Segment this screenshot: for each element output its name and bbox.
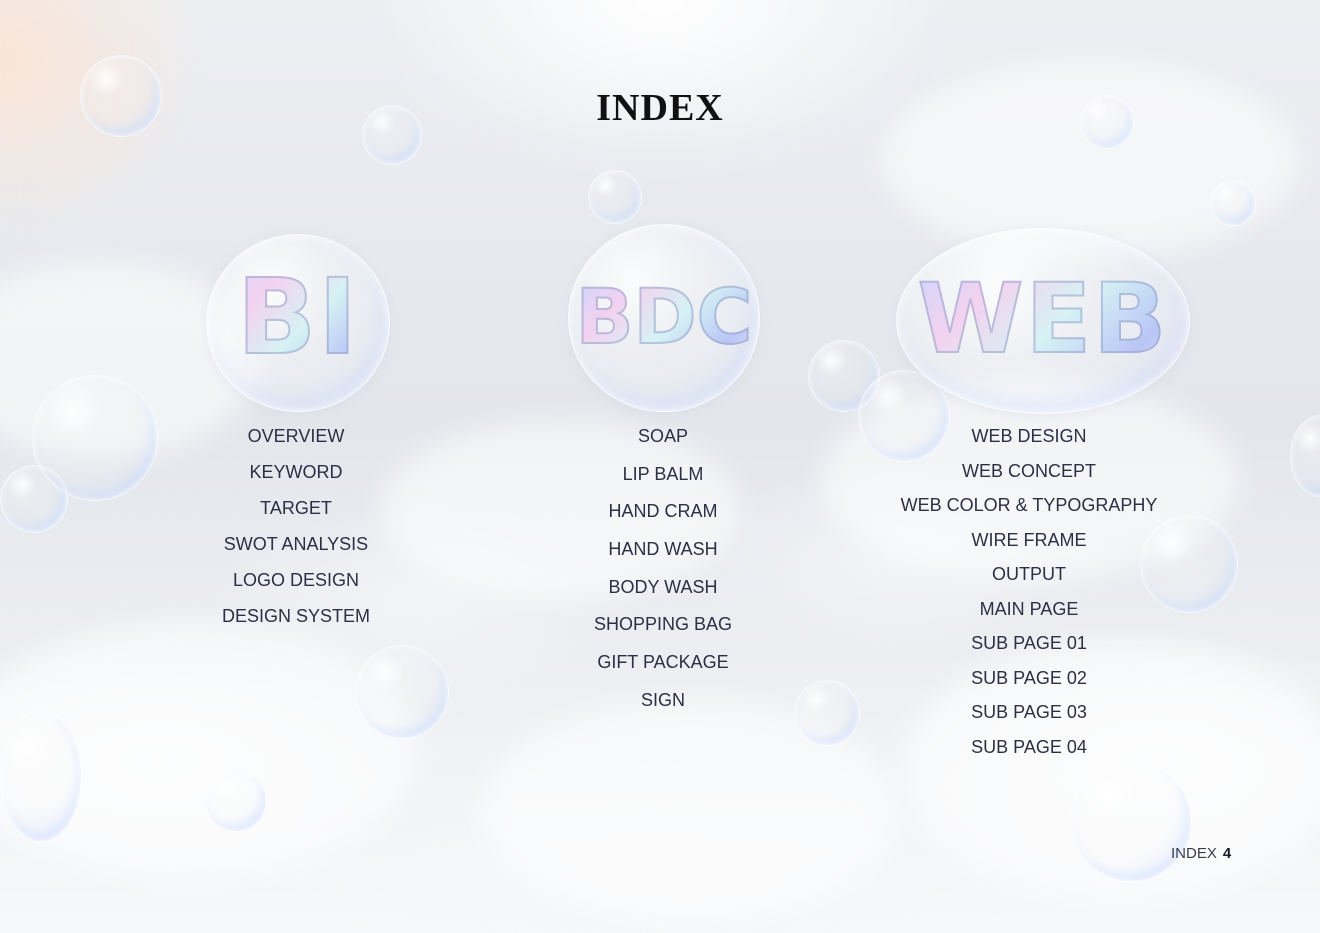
- bdc-index-list: SOAP LIP BALM HAND CRAM HAND WASH BODY W…: [563, 424, 763, 726]
- index-item-sub-page-02[interactable]: SUB PAGE 02: [879, 666, 1179, 701]
- index-item-output[interactable]: OUTPUT: [879, 562, 1179, 597]
- index-item-web-concept[interactable]: WEB CONCEPT: [879, 459, 1179, 494]
- page-number: 4: [1222, 845, 1232, 862]
- soap-bubble: [588, 170, 642, 224]
- bdc-logo: BDC: [569, 267, 759, 367]
- index-item-shopping-bag[interactable]: SHOPPING BAG: [563, 612, 763, 650]
- index-item-hand-cram[interactable]: HAND CRAM: [563, 499, 763, 537]
- index-item-gift-package[interactable]: GIFT PACKAGE: [563, 650, 763, 688]
- web-logo: WEB: [897, 259, 1189, 379]
- index-item-soap[interactable]: SOAP: [563, 424, 763, 462]
- index-item-web-design[interactable]: WEB DESIGN: [879, 424, 1179, 459]
- index-item-overview[interactable]: OVERVIEW: [196, 424, 396, 460]
- soap-bubble: [1290, 415, 1320, 497]
- bi-logo: BI: [207, 256, 389, 378]
- soap-bubble: [0, 465, 68, 533]
- index-item-sub-page-03[interactable]: SUB PAGE 03: [879, 700, 1179, 735]
- index-item-keyword[interactable]: KEYWORD: [196, 460, 396, 496]
- web-logo-bubble: WEB: [896, 228, 1190, 414]
- index-item-target[interactable]: TARGET: [196, 496, 396, 532]
- index-item-sub-page-04[interactable]: SUB PAGE 04: [879, 735, 1179, 770]
- bdc-logo-bubble: BDC: [568, 224, 760, 412]
- page-footer: INDEX 4: [1171, 845, 1231, 862]
- index-item-web-color-typography[interactable]: WEB COLOR & TYPOGRAPHY: [879, 493, 1179, 528]
- footer-label: INDEX: [1171, 845, 1217, 862]
- index-item-design-system[interactable]: DESIGN SYSTEM: [196, 604, 396, 640]
- soap-bubble: [355, 645, 449, 739]
- web-index-list: WEB DESIGN WEB CONCEPT WEB COLOR & TYPOG…: [879, 424, 1179, 769]
- soap-bubble: [0, 710, 82, 842]
- index-item-sign[interactable]: SIGN: [563, 688, 763, 726]
- index-item-body-wash[interactable]: BODY WASH: [563, 575, 763, 613]
- index-item-hand-wash[interactable]: HAND WASH: [563, 537, 763, 575]
- index-item-swot-analysis[interactable]: SWOT ANALYSIS: [196, 532, 396, 568]
- soap-bubble: [205, 770, 267, 832]
- bi-logo-bubble: BI: [206, 234, 390, 412]
- soap-bubble: [794, 680, 860, 746]
- soap-bubble: [1210, 180, 1256, 226]
- bi-index-list: OVERVIEW KEYWORD TARGET SWOT ANALYSIS LO…: [196, 424, 396, 640]
- index-item-lip-balm[interactable]: LIP BALM: [563, 462, 763, 500]
- index-item-wire-frame[interactable]: WIRE FRAME: [879, 528, 1179, 563]
- index-item-sub-page-01[interactable]: SUB PAGE 01: [879, 631, 1179, 666]
- index-item-logo-design[interactable]: LOGO DESIGN: [196, 568, 396, 604]
- page-title: INDEX: [596, 87, 724, 129]
- soap-bubble: [1070, 760, 1192, 882]
- index-item-main-page[interactable]: MAIN PAGE: [879, 597, 1179, 632]
